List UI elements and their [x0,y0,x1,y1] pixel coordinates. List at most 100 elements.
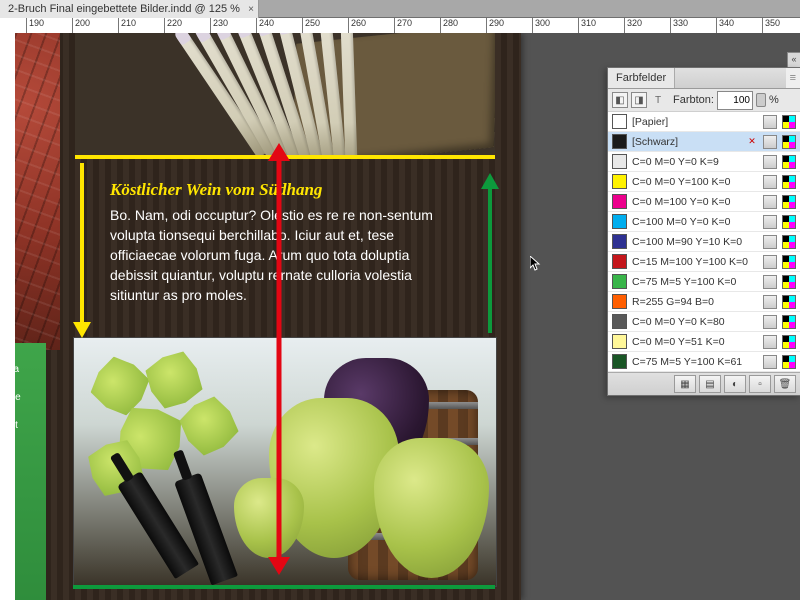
swatch-chip [612,254,627,269]
text-fill-icon[interactable]: T [650,92,666,108]
fill-icon[interactable]: ◧ [612,92,628,108]
swatch-name: [Schwarz] [632,136,741,148]
green-rule [73,585,495,589]
panel-tabs: Farbfelder ≡ [608,68,800,89]
tint-slider[interactable] [756,93,766,107]
color-type-icon [763,355,777,369]
swatch-chip [612,274,627,289]
tint-label: Farbton: [673,94,714,106]
cmyk-icon [782,275,796,289]
delete-swatch-button[interactable]: 🗑 [774,375,796,393]
swatch-chip [612,154,627,169]
cmyk-icon [782,335,796,349]
swatch-chip [612,234,627,249]
color-type-icon [763,135,777,149]
close-icon[interactable]: × [248,1,254,19]
cmyk-icon [782,115,796,129]
footer-btn-1[interactable]: ▦ [674,375,696,393]
locked-icon: ✕ [746,136,758,148]
horizontal-ruler[interactable]: 1902002102202302402502602702802903003103… [0,18,800,34]
color-type-icon [763,175,777,189]
color-type-icon [763,335,777,349]
swatch-name: C=0 M=0 Y=0 K=9 [632,156,758,168]
vertical-ruler[interactable] [0,33,16,600]
cmyk-icon [782,135,796,149]
swatch-name: C=100 M=90 Y=10 K=0 [632,236,758,248]
page-background: a,tilia quen.aut Köstlicher Wein vom Süd… [15,33,521,600]
ruler-tick: 260 [348,18,366,33]
arrow-green-up [481,173,499,333]
footer-btn-2[interactable]: ▤ [699,375,721,393]
swatch-row[interactable]: C=0 M=0 Y=0 K=9 [608,152,800,172]
tab-title: 2-Bruch Final eingebettete Bilder.indd @… [8,3,240,15]
ruler-tick: 190 [26,18,44,33]
color-type-icon [763,155,777,169]
color-type-icon [763,235,777,249]
cmyk-icon [782,235,796,249]
swatch-name: R=255 G=94 B=0 [632,296,758,308]
ruler-tick: 200 [72,18,90,33]
swatch-chip [612,354,627,369]
tab-swatches[interactable]: Farbfelder [608,68,675,88]
swatch-row[interactable]: [Papier] [608,112,800,132]
swatch-chip [612,114,627,129]
ruler-tick: 330 [670,18,688,33]
headline-text: Köstlicher Wein vom Südhang [110,180,322,200]
document-tabbar: 2-Bruch Final eingebettete Bilder.indd @… [0,0,800,18]
swatch-row[interactable]: C=75 M=5 Y=100 K=0 [608,272,800,292]
swatch-row[interactable]: C=100 M=90 Y=10 K=0 [608,232,800,252]
green-text-block: a,tilia quen.aut [15,343,46,600]
color-type-icon [763,315,777,329]
swatch-name: C=100 M=0 Y=0 K=0 [632,216,758,228]
ruler-tick: 270 [394,18,412,33]
tint-input[interactable] [717,91,753,110]
document-tab[interactable]: 2-Bruch Final eingebettete Bilder.indd @… [0,0,259,18]
photo-person-crop [15,33,60,350]
ruler-tick: 310 [578,18,596,33]
swatch-chip [612,134,627,149]
ruler-tick: 220 [164,18,182,33]
ruler-tick: 210 [118,18,136,33]
swatch-row[interactable]: C=0 M=0 Y=100 K=0 [608,172,800,192]
color-type-icon [763,275,777,289]
panel-menu-icon[interactable]: ≡ [786,68,800,88]
swatch-row[interactable]: [Schwarz] ✕ [608,132,800,152]
swatch-name: C=75 M=5 Y=100 K=61 [632,356,758,368]
swatch-name: C=75 M=5 Y=100 K=0 [632,276,758,288]
swatch-chip [612,314,627,329]
swatch-name: C=0 M=0 Y=0 K=80 [632,316,758,328]
cmyk-icon [782,175,796,189]
panel-options-row: ◧ ◨ T Farbton: % [608,89,800,112]
swatch-row[interactable]: R=255 G=94 B=0 [608,292,800,312]
swatch-list[interactable]: [Papier] [Schwarz] ✕ C=0 M=0 Y=0 K=9 C=0 M=0… [608,112,800,373]
stroke-icon[interactable]: ◨ [631,92,647,108]
cmyk-icon [782,155,796,169]
swatch-name: C=0 M=0 Y=51 K=0 [632,336,758,348]
ruler-tick: 320 [624,18,642,33]
swatch-chip [612,174,627,189]
arrow-yellow-down [73,163,91,338]
swatch-row[interactable]: C=0 M=100 Y=0 K=0 [608,192,800,212]
ruler-tick: 280 [440,18,458,33]
swatch-row[interactable]: C=0 M=0 Y=51 K=0 [608,332,800,352]
new-swatch-button[interactable]: ▫ [749,375,771,393]
swatch-chip [612,294,627,309]
ruler-tick: 240 [256,18,274,33]
panel-footer: ▦ ▤ ◐ ▫ 🗑 [608,373,800,395]
swatch-row[interactable]: C=15 M=100 Y=100 K=0 [608,252,800,272]
workspace: 2-Bruch Final eingebettete Bilder.indd @… [0,0,800,600]
cmyk-icon [782,255,796,269]
footer-btn-3[interactable]: ◐ [724,375,746,393]
swatch-chip [612,334,627,349]
swatch-name: C=15 M=100 Y=100 K=0 [632,256,758,268]
swatch-row[interactable]: C=0 M=0 Y=0 K=80 [608,312,800,332]
cmyk-icon [782,315,796,329]
image-grapes [73,337,497,587]
cmyk-icon [782,215,796,229]
swatch-row[interactable]: C=75 M=5 Y=100 K=61 [608,352,800,372]
swatch-name: [Papier] [632,116,758,128]
swatch-chip [612,214,627,229]
cmyk-icon [782,295,796,309]
swatch-row[interactable]: C=100 M=0 Y=0 K=0 [608,212,800,232]
color-type-icon [763,195,777,209]
